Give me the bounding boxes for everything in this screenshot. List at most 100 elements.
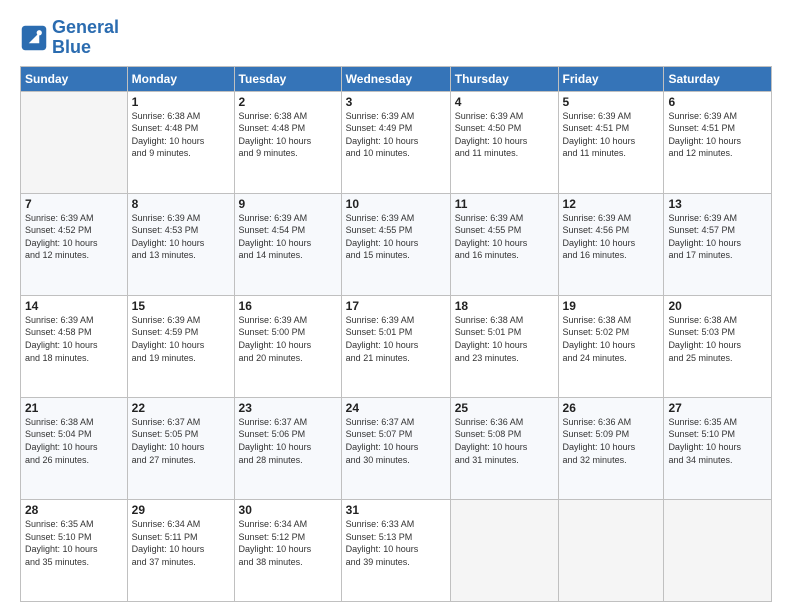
calendar-cell: 6Sunrise: 6:39 AM Sunset: 4:51 PM Daylig… <box>664 91 772 193</box>
calendar-cell: 21Sunrise: 6:38 AM Sunset: 5:04 PM Dayli… <box>21 397 128 499</box>
day-number: 12 <box>563 197 660 211</box>
calendar-cell: 18Sunrise: 6:38 AM Sunset: 5:01 PM Dayli… <box>450 295 558 397</box>
day-number: 8 <box>132 197 230 211</box>
day-header-tuesday: Tuesday <box>234 66 341 91</box>
calendar-cell: 4Sunrise: 6:39 AM Sunset: 4:50 PM Daylig… <box>450 91 558 193</box>
day-number: 17 <box>346 299 446 313</box>
day-number: 21 <box>25 401 123 415</box>
day-info: Sunrise: 6:37 AM Sunset: 5:05 PM Dayligh… <box>132 416 230 466</box>
calendar-cell: 3Sunrise: 6:39 AM Sunset: 4:49 PM Daylig… <box>341 91 450 193</box>
day-number: 14 <box>25 299 123 313</box>
calendar-cell <box>21 91 128 193</box>
day-info: Sunrise: 6:39 AM Sunset: 4:55 PM Dayligh… <box>346 212 446 262</box>
calendar-cell: 22Sunrise: 6:37 AM Sunset: 5:05 PM Dayli… <box>127 397 234 499</box>
day-number: 20 <box>668 299 767 313</box>
day-number: 27 <box>668 401 767 415</box>
day-info: Sunrise: 6:37 AM Sunset: 5:06 PM Dayligh… <box>239 416 337 466</box>
day-info: Sunrise: 6:34 AM Sunset: 5:11 PM Dayligh… <box>132 518 230 568</box>
calendar-cell: 31Sunrise: 6:33 AM Sunset: 5:13 PM Dayli… <box>341 499 450 601</box>
day-info: Sunrise: 6:35 AM Sunset: 5:10 PM Dayligh… <box>668 416 767 466</box>
day-number: 7 <box>25 197 123 211</box>
day-number: 24 <box>346 401 446 415</box>
day-number: 5 <box>563 95 660 109</box>
week-row-3: 14Sunrise: 6:39 AM Sunset: 4:58 PM Dayli… <box>21 295 772 397</box>
day-info: Sunrise: 6:36 AM Sunset: 5:08 PM Dayligh… <box>455 416 554 466</box>
day-info: Sunrise: 6:39 AM Sunset: 4:50 PM Dayligh… <box>455 110 554 160</box>
day-header-thursday: Thursday <box>450 66 558 91</box>
calendar-cell: 7Sunrise: 6:39 AM Sunset: 4:52 PM Daylig… <box>21 193 128 295</box>
day-info: Sunrise: 6:36 AM Sunset: 5:09 PM Dayligh… <box>563 416 660 466</box>
week-row-2: 7Sunrise: 6:39 AM Sunset: 4:52 PM Daylig… <box>21 193 772 295</box>
day-number: 9 <box>239 197 337 211</box>
day-number: 4 <box>455 95 554 109</box>
day-number: 23 <box>239 401 337 415</box>
day-info: Sunrise: 6:38 AM Sunset: 4:48 PM Dayligh… <box>132 110 230 160</box>
calendar-cell: 16Sunrise: 6:39 AM Sunset: 5:00 PM Dayli… <box>234 295 341 397</box>
day-number: 6 <box>668 95 767 109</box>
header: General Blue <box>20 18 772 58</box>
day-number: 11 <box>455 197 554 211</box>
calendar-cell: 30Sunrise: 6:34 AM Sunset: 5:12 PM Dayli… <box>234 499 341 601</box>
calendar-cell: 14Sunrise: 6:39 AM Sunset: 4:58 PM Dayli… <box>21 295 128 397</box>
calendar-cell: 24Sunrise: 6:37 AM Sunset: 5:07 PM Dayli… <box>341 397 450 499</box>
day-number: 16 <box>239 299 337 313</box>
logo: General Blue <box>20 18 119 58</box>
page: General Blue SundayMondayTuesdayWednesda… <box>0 0 792 612</box>
day-number: 28 <box>25 503 123 517</box>
day-info: Sunrise: 6:39 AM Sunset: 4:53 PM Dayligh… <box>132 212 230 262</box>
day-info: Sunrise: 6:38 AM Sunset: 5:02 PM Dayligh… <box>563 314 660 364</box>
day-number: 26 <box>563 401 660 415</box>
day-info: Sunrise: 6:39 AM Sunset: 5:00 PM Dayligh… <box>239 314 337 364</box>
day-info: Sunrise: 6:35 AM Sunset: 5:10 PM Dayligh… <box>25 518 123 568</box>
calendar-cell: 15Sunrise: 6:39 AM Sunset: 4:59 PM Dayli… <box>127 295 234 397</box>
day-info: Sunrise: 6:34 AM Sunset: 5:12 PM Dayligh… <box>239 518 337 568</box>
day-info: Sunrise: 6:37 AM Sunset: 5:07 PM Dayligh… <box>346 416 446 466</box>
day-number: 29 <box>132 503 230 517</box>
day-info: Sunrise: 6:39 AM Sunset: 4:51 PM Dayligh… <box>563 110 660 160</box>
day-number: 13 <box>668 197 767 211</box>
calendar-table: SundayMondayTuesdayWednesdayThursdayFrid… <box>20 66 772 602</box>
day-number: 3 <box>346 95 446 109</box>
day-info: Sunrise: 6:38 AM Sunset: 5:04 PM Dayligh… <box>25 416 123 466</box>
calendar-cell: 20Sunrise: 6:38 AM Sunset: 5:03 PM Dayli… <box>664 295 772 397</box>
day-number: 18 <box>455 299 554 313</box>
calendar-cell: 29Sunrise: 6:34 AM Sunset: 5:11 PM Dayli… <box>127 499 234 601</box>
calendar-cell: 11Sunrise: 6:39 AM Sunset: 4:55 PM Dayli… <box>450 193 558 295</box>
calendar-cell: 26Sunrise: 6:36 AM Sunset: 5:09 PM Dayli… <box>558 397 664 499</box>
day-number: 15 <box>132 299 230 313</box>
day-info: Sunrise: 6:38 AM Sunset: 4:48 PM Dayligh… <box>239 110 337 160</box>
logo-icon <box>20 24 48 52</box>
calendar-cell: 1Sunrise: 6:38 AM Sunset: 4:48 PM Daylig… <box>127 91 234 193</box>
calendar-cell <box>450 499 558 601</box>
calendar-cell: 28Sunrise: 6:35 AM Sunset: 5:10 PM Dayli… <box>21 499 128 601</box>
day-info: Sunrise: 6:39 AM Sunset: 4:54 PM Dayligh… <box>239 212 337 262</box>
day-number: 10 <box>346 197 446 211</box>
calendar-cell: 25Sunrise: 6:36 AM Sunset: 5:08 PM Dayli… <box>450 397 558 499</box>
week-row-5: 28Sunrise: 6:35 AM Sunset: 5:10 PM Dayli… <box>21 499 772 601</box>
day-number: 25 <box>455 401 554 415</box>
day-number: 31 <box>346 503 446 517</box>
day-number: 2 <box>239 95 337 109</box>
calendar-cell: 2Sunrise: 6:38 AM Sunset: 4:48 PM Daylig… <box>234 91 341 193</box>
calendar-cell: 12Sunrise: 6:39 AM Sunset: 4:56 PM Dayli… <box>558 193 664 295</box>
day-header-wednesday: Wednesday <box>341 66 450 91</box>
calendar-cell: 17Sunrise: 6:39 AM Sunset: 5:01 PM Dayli… <box>341 295 450 397</box>
day-info: Sunrise: 6:38 AM Sunset: 5:03 PM Dayligh… <box>668 314 767 364</box>
day-number: 22 <box>132 401 230 415</box>
logo-text: General Blue <box>52 18 119 58</box>
day-header-friday: Friday <box>558 66 664 91</box>
day-number: 30 <box>239 503 337 517</box>
day-info: Sunrise: 6:38 AM Sunset: 5:01 PM Dayligh… <box>455 314 554 364</box>
calendar-cell: 8Sunrise: 6:39 AM Sunset: 4:53 PM Daylig… <box>127 193 234 295</box>
calendar-cell: 5Sunrise: 6:39 AM Sunset: 4:51 PM Daylig… <box>558 91 664 193</box>
calendar-cell: 9Sunrise: 6:39 AM Sunset: 4:54 PM Daylig… <box>234 193 341 295</box>
calendar-cell: 13Sunrise: 6:39 AM Sunset: 4:57 PM Dayli… <box>664 193 772 295</box>
day-info: Sunrise: 6:39 AM Sunset: 4:49 PM Dayligh… <box>346 110 446 160</box>
day-info: Sunrise: 6:39 AM Sunset: 4:59 PM Dayligh… <box>132 314 230 364</box>
calendar-cell: 27Sunrise: 6:35 AM Sunset: 5:10 PM Dayli… <box>664 397 772 499</box>
calendar-header-row: SundayMondayTuesdayWednesdayThursdayFrid… <box>21 66 772 91</box>
day-info: Sunrise: 6:39 AM Sunset: 5:01 PM Dayligh… <box>346 314 446 364</box>
day-number: 19 <box>563 299 660 313</box>
day-info: Sunrise: 6:39 AM Sunset: 4:52 PM Dayligh… <box>25 212 123 262</box>
day-info: Sunrise: 6:39 AM Sunset: 4:55 PM Dayligh… <box>455 212 554 262</box>
